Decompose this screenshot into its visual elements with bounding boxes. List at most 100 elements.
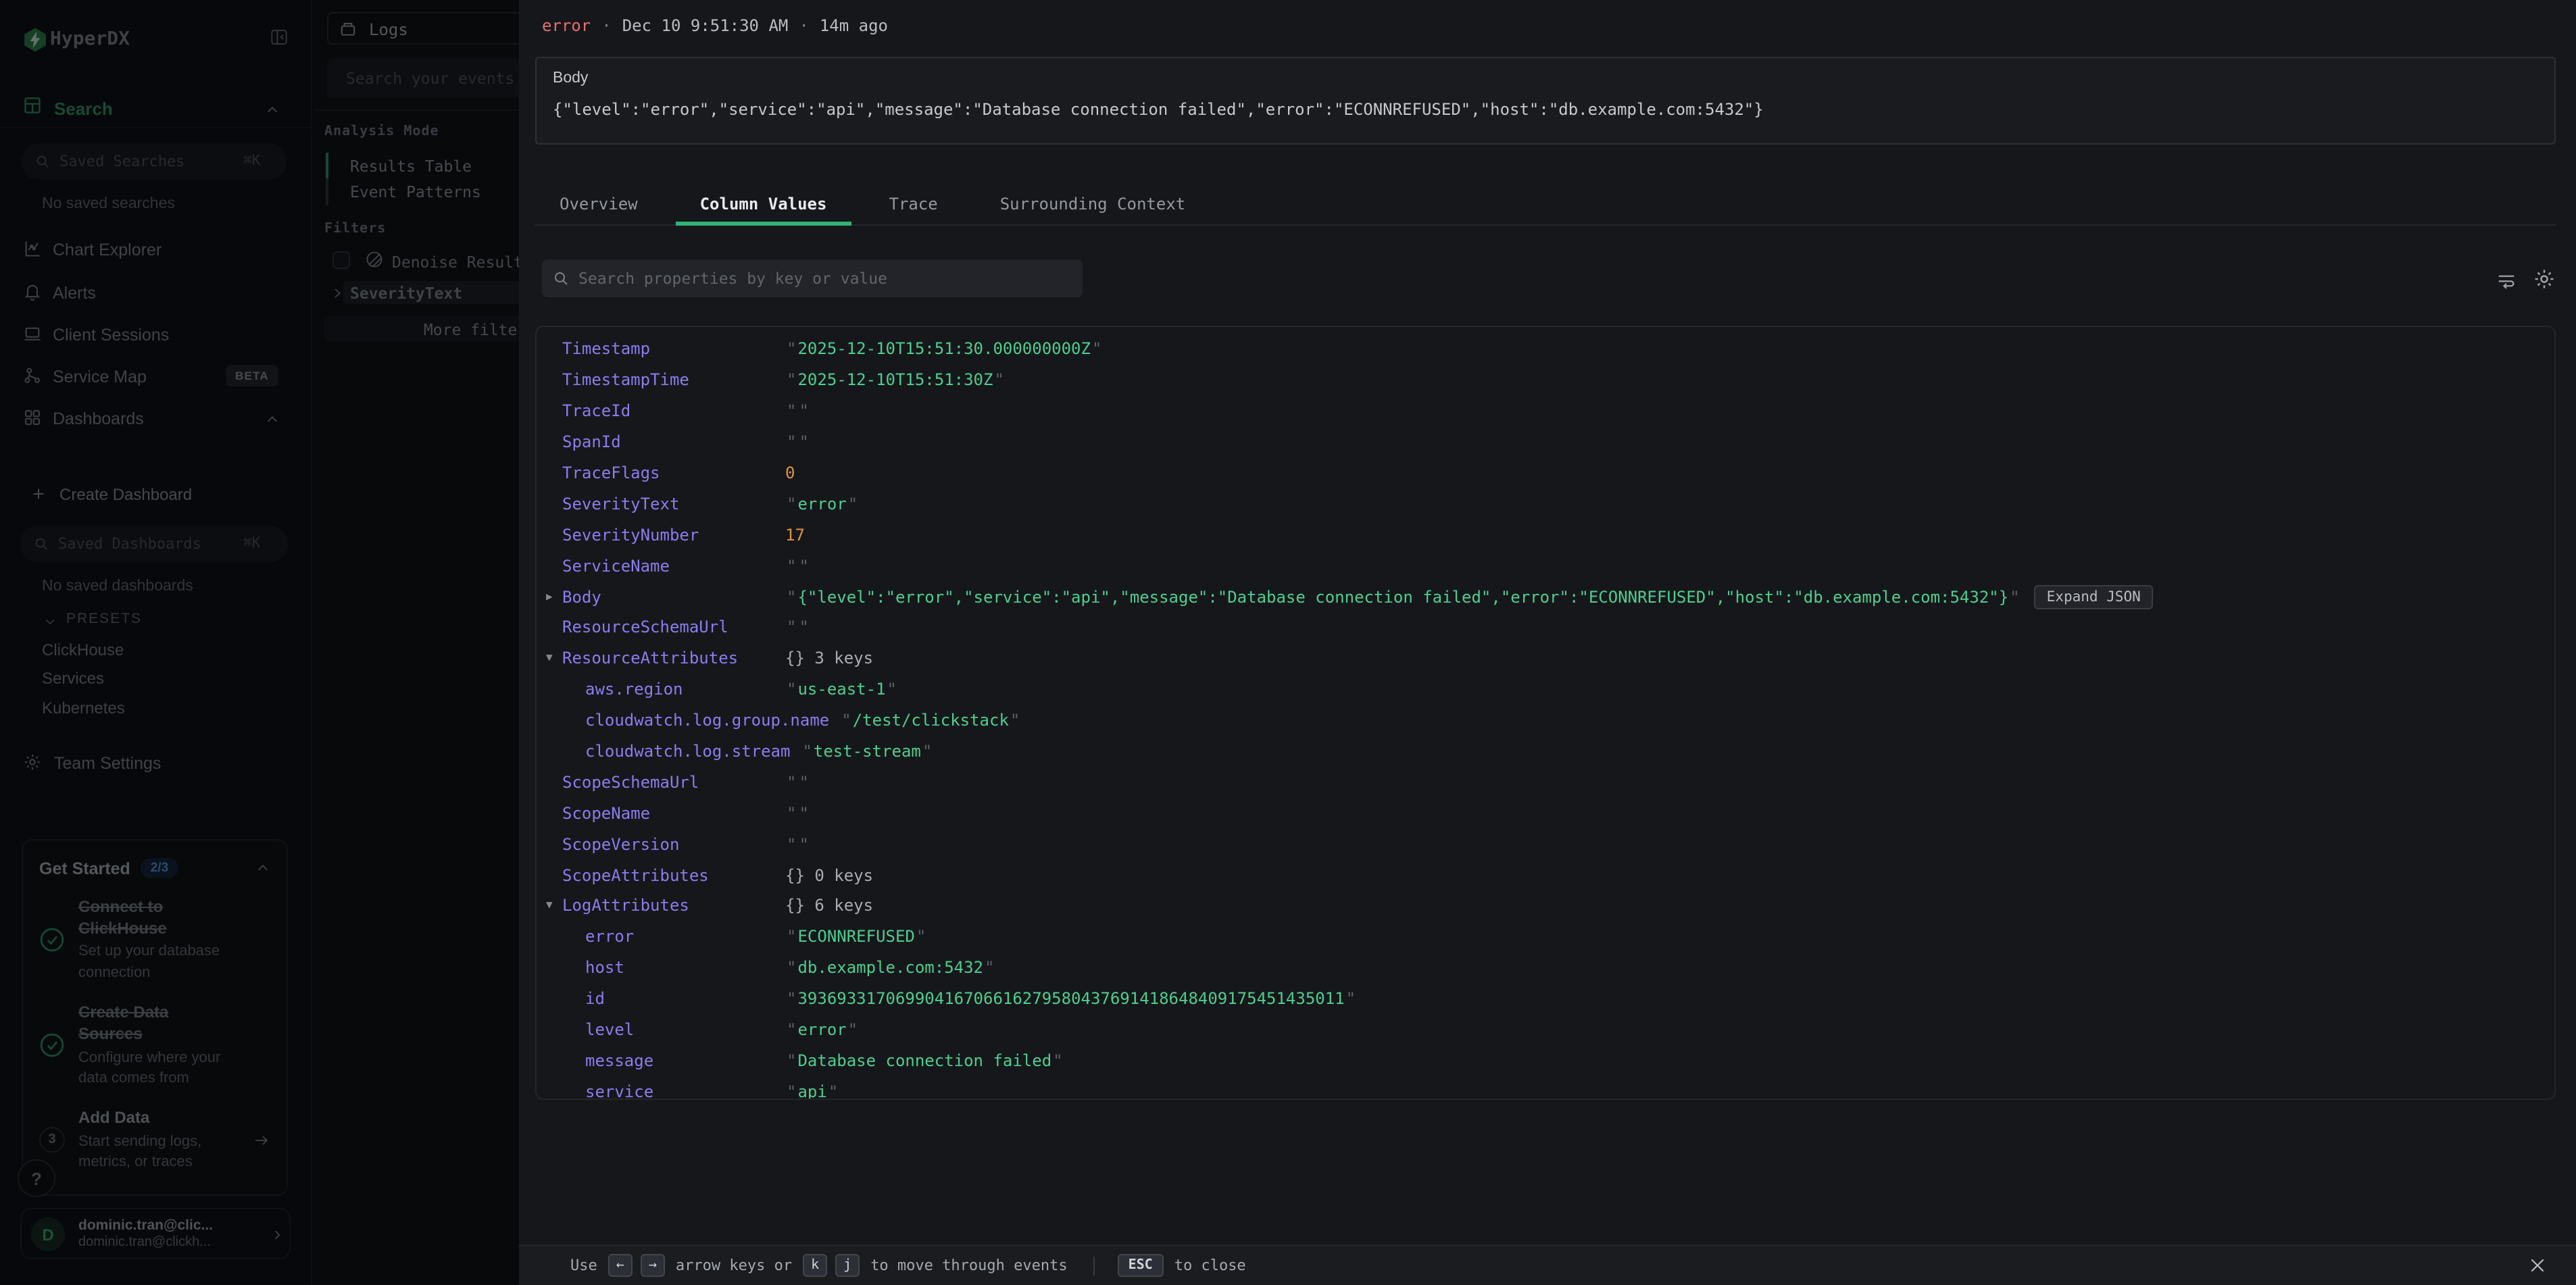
- row-value: 2025-12-10T15:51:30Z: [785, 371, 1006, 390]
- table-row[interactable]: SpanId: [537, 426, 2554, 457]
- table-row[interactable]: TraceId: [537, 396, 2554, 427]
- row-key: TraceFlags: [562, 463, 785, 482]
- row-value: error: [785, 1020, 859, 1039]
- row-key: SeverityText: [562, 495, 785, 513]
- table-row[interactable]: id39369331706990416706616279580437691418…: [537, 983, 2554, 1014]
- row-value: [785, 556, 810, 575]
- row-key: service: [585, 1082, 785, 1100]
- row-value: {"level":"error","service":"api","messag…: [785, 587, 2021, 606]
- kbd-esc: ESC: [1118, 1254, 1164, 1277]
- table-row[interactable]: TimestampTime2025-12-10T15:51:30Z: [537, 365, 2554, 396]
- footer-divider: [1093, 1256, 1095, 1275]
- event-relative-time: 14m ago: [820, 16, 888, 35]
- row-value: [785, 618, 810, 637]
- severity-badge: error: [542, 16, 591, 35]
- tab-overview[interactable]: Overview: [535, 184, 662, 224]
- dot-separator: ·: [799, 16, 808, 35]
- table-row[interactable]: ScopeName: [537, 798, 2554, 829]
- collapse-down-icon[interactable]: [546, 653, 560, 664]
- table-row-log-attributes[interactable]: LogAttributes {} 6 keys: [537, 890, 2554, 922]
- tab-column-values[interactable]: Column Values: [676, 184, 851, 224]
- row-value: error: [785, 495, 859, 513]
- event-header: error · Dec 10 9:51:30 AM · 14m ago: [542, 16, 888, 35]
- body-label: Body: [553, 70, 2538, 86]
- row-value: 17: [785, 526, 805, 545]
- properties-search-input[interactable]: [542, 259, 1083, 297]
- event-datetime: Dec 10 9:51:30 AM: [622, 16, 789, 35]
- tab-trace[interactable]: Trace: [864, 184, 962, 224]
- table-row[interactable]: SeverityNumber17: [537, 520, 2554, 551]
- row-key: ResourceAttributes: [562, 649, 785, 668]
- row-key: ResourceSchemaUrl: [562, 618, 785, 637]
- row-key: SpanId: [562, 432, 785, 451]
- settings-gear-icon[interactable]: [2533, 268, 2556, 291]
- row-key: cloudwatch.log.stream: [585, 742, 801, 761]
- kbd-k: k: [803, 1254, 827, 1277]
- row-key: ScopeVersion: [562, 834, 785, 853]
- table-row[interactable]: Timestamp2025-12-10T15:51:30.000000000Z: [537, 334, 2554, 365]
- body-panel: Body {"level":"error","service":"api","m…: [535, 57, 2556, 145]
- close-icon[interactable]: [2529, 1257, 2546, 1274]
- row-key: Timestamp: [562, 340, 785, 359]
- table-row-body[interactable]: Body {"level":"error","service":"api","m…: [537, 581, 2554, 612]
- table-row[interactable]: ScopeVersion: [537, 829, 2554, 860]
- row-value: ECONNREFUSED: [785, 928, 927, 947]
- table-row-resource-attributes[interactable]: ResourceAttributes {} 3 keys: [537, 643, 2554, 674]
- table-row[interactable]: ServiceName: [537, 550, 2554, 581]
- row-key: TimestampTime: [562, 371, 785, 390]
- row-value: {} 0 keys: [785, 865, 873, 884]
- row-key: TraceId: [562, 401, 785, 420]
- expand-json-button[interactable]: Expand JSON: [2035, 584, 2153, 609]
- detail-tabs: Overview Column Values Trace Surrounding…: [535, 184, 2556, 226]
- table-row[interactable]: SeverityTexterror: [537, 488, 2554, 520]
- table-row[interactable]: levelerror: [537, 1014, 2554, 1045]
- row-value: /test/clickstack: [840, 711, 1021, 730]
- row-key: cloudwatch.log.group.name: [585, 711, 840, 730]
- row-key: error: [585, 928, 785, 947]
- row-key: ScopeAttributes: [562, 865, 785, 884]
- expand-right-icon[interactable]: [546, 591, 560, 602]
- table-row[interactable]: serviceapi: [537, 1076, 2554, 1100]
- row-value: test-stream: [801, 742, 933, 761]
- row-key: ServiceName: [562, 556, 785, 575]
- row-key: ScopeName: [562, 804, 785, 823]
- event-detail-modal: error · Dec 10 9:51:30 AM · 14m ago Body…: [519, 0, 2576, 1285]
- tab-surrounding-context[interactable]: Surrounding Context: [976, 184, 1210, 224]
- dot-separator: ·: [601, 16, 611, 35]
- table-row[interactable]: TraceFlags0: [537, 457, 2554, 488]
- footer-text: arrow keys or: [676, 1257, 792, 1274]
- footer-text: Use: [570, 1257, 597, 1274]
- row-value: us-east-1: [785, 680, 898, 699]
- row-value: api: [785, 1082, 839, 1100]
- table-row[interactable]: cloudwatch.log.streamtest-stream: [537, 736, 2554, 767]
- row-key: ScopeSchemaUrl: [562, 773, 785, 792]
- wrap-lines-icon[interactable]: [2495, 270, 2518, 291]
- table-row[interactable]: hostdb.example.com:5432: [537, 953, 2554, 984]
- collapse-down-icon[interactable]: [546, 901, 560, 911]
- table-row[interactable]: ScopeAttributes{} 0 keys: [537, 859, 2554, 890]
- row-value: [785, 804, 810, 823]
- footer-text: to move through events: [870, 1257, 1067, 1274]
- row-key: SeverityNumber: [562, 526, 785, 545]
- table-row[interactable]: aws.regionus-east-1: [537, 674, 2554, 705]
- row-value: {} 3 keys: [785, 649, 873, 668]
- table-row[interactable]: messageDatabase connection failed: [537, 1045, 2554, 1076]
- app-root: HyperDX Search ⌘K No saved searches Char…: [0, 0, 2576, 1285]
- row-key: host: [585, 959, 785, 978]
- search-icon: [553, 270, 569, 286]
- table-row[interactable]: errorECONNREFUSED: [537, 922, 2554, 953]
- table-row[interactable]: ScopeSchemaUrl: [537, 767, 2554, 798]
- row-value: {} 6 keys: [785, 897, 873, 915]
- kbd-arrow-left: ←: [608, 1254, 633, 1277]
- row-key: message: [585, 1051, 785, 1070]
- modal-footer: Use ← → arrow keys or k j to move throug…: [519, 1244, 2576, 1285]
- footer-text: to close: [1174, 1257, 1246, 1274]
- kbd-arrow-right: →: [641, 1254, 665, 1277]
- row-value: [785, 401, 810, 420]
- row-key: id: [585, 989, 785, 1008]
- column-values-table: Timestamp2025-12-10T15:51:30.000000000Z …: [535, 326, 2556, 1100]
- row-value: Database connection failed: [785, 1051, 1064, 1070]
- table-row[interactable]: ResourceSchemaUrl: [537, 612, 2554, 643]
- table-row[interactable]: cloudwatch.log.group.name/test/clickstac…: [537, 705, 2554, 736]
- row-value: [785, 432, 810, 451]
